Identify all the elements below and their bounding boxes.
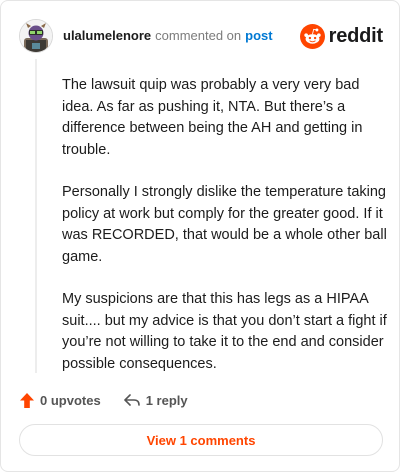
- reply-button[interactable]: 1 reply: [123, 392, 188, 408]
- user-avatar-icon: [20, 20, 52, 52]
- reddit-wordmark: reddit: [328, 24, 384, 47]
- comment-body: The lawsuit quip was probably a very ver…: [62, 75, 387, 396]
- comment-paragraph: My suspicions are that this has legs as …: [62, 291, 387, 372]
- upvote-button[interactable]: 0 upvotes: [19, 392, 101, 409]
- comment-meta: ulalumelenore commented on post: [63, 28, 292, 44]
- view-comments-button[interactable]: View 1 comments: [19, 424, 383, 456]
- reddit-snoo-icon: [299, 23, 325, 49]
- username[interactable]: ulalumelenore: [63, 28, 151, 43]
- avatar[interactable]: [19, 19, 53, 53]
- commented-on-text: commented on: [155, 28, 242, 43]
- reply-arrow-icon: [123, 394, 140, 406]
- comment-actions: 0 upvotes 1 reply: [19, 389, 188, 411]
- comment-header: ulalumelenore commented on post reddit: [19, 19, 383, 53]
- upvote-arrow-icon: [20, 392, 34, 408]
- comment-paragraph: Personally I strongly dislike the temper…: [62, 184, 387, 265]
- thread-line: [35, 59, 37, 373]
- comment-embed-card: ulalumelenore commented on post reddit The…: [0, 0, 400, 472]
- post-link[interactable]: post: [245, 28, 272, 43]
- comment-paragraph: The lawsuit quip was probably a very ver…: [62, 77, 363, 158]
- reply-count: 1 reply: [145, 392, 188, 408]
- reddit-logo[interactable]: reddit: [299, 23, 384, 49]
- upvotes-count: 0 upvotes: [40, 392, 101, 408]
